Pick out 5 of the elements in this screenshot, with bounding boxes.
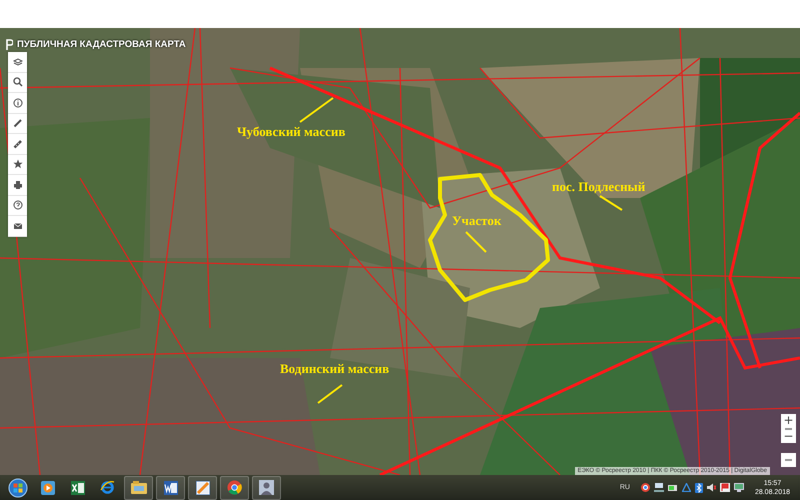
map-label: Чубовский массив — [237, 124, 346, 140]
map-label: пос. Подлесный — [552, 179, 646, 195]
map-label: Участок — [452, 213, 502, 229]
app-title: ПУБЛИЧНАЯ КАДАСТРОВАЯ КАРТА — [17, 39, 186, 50]
map-label: Водинский массив — [280, 361, 390, 377]
